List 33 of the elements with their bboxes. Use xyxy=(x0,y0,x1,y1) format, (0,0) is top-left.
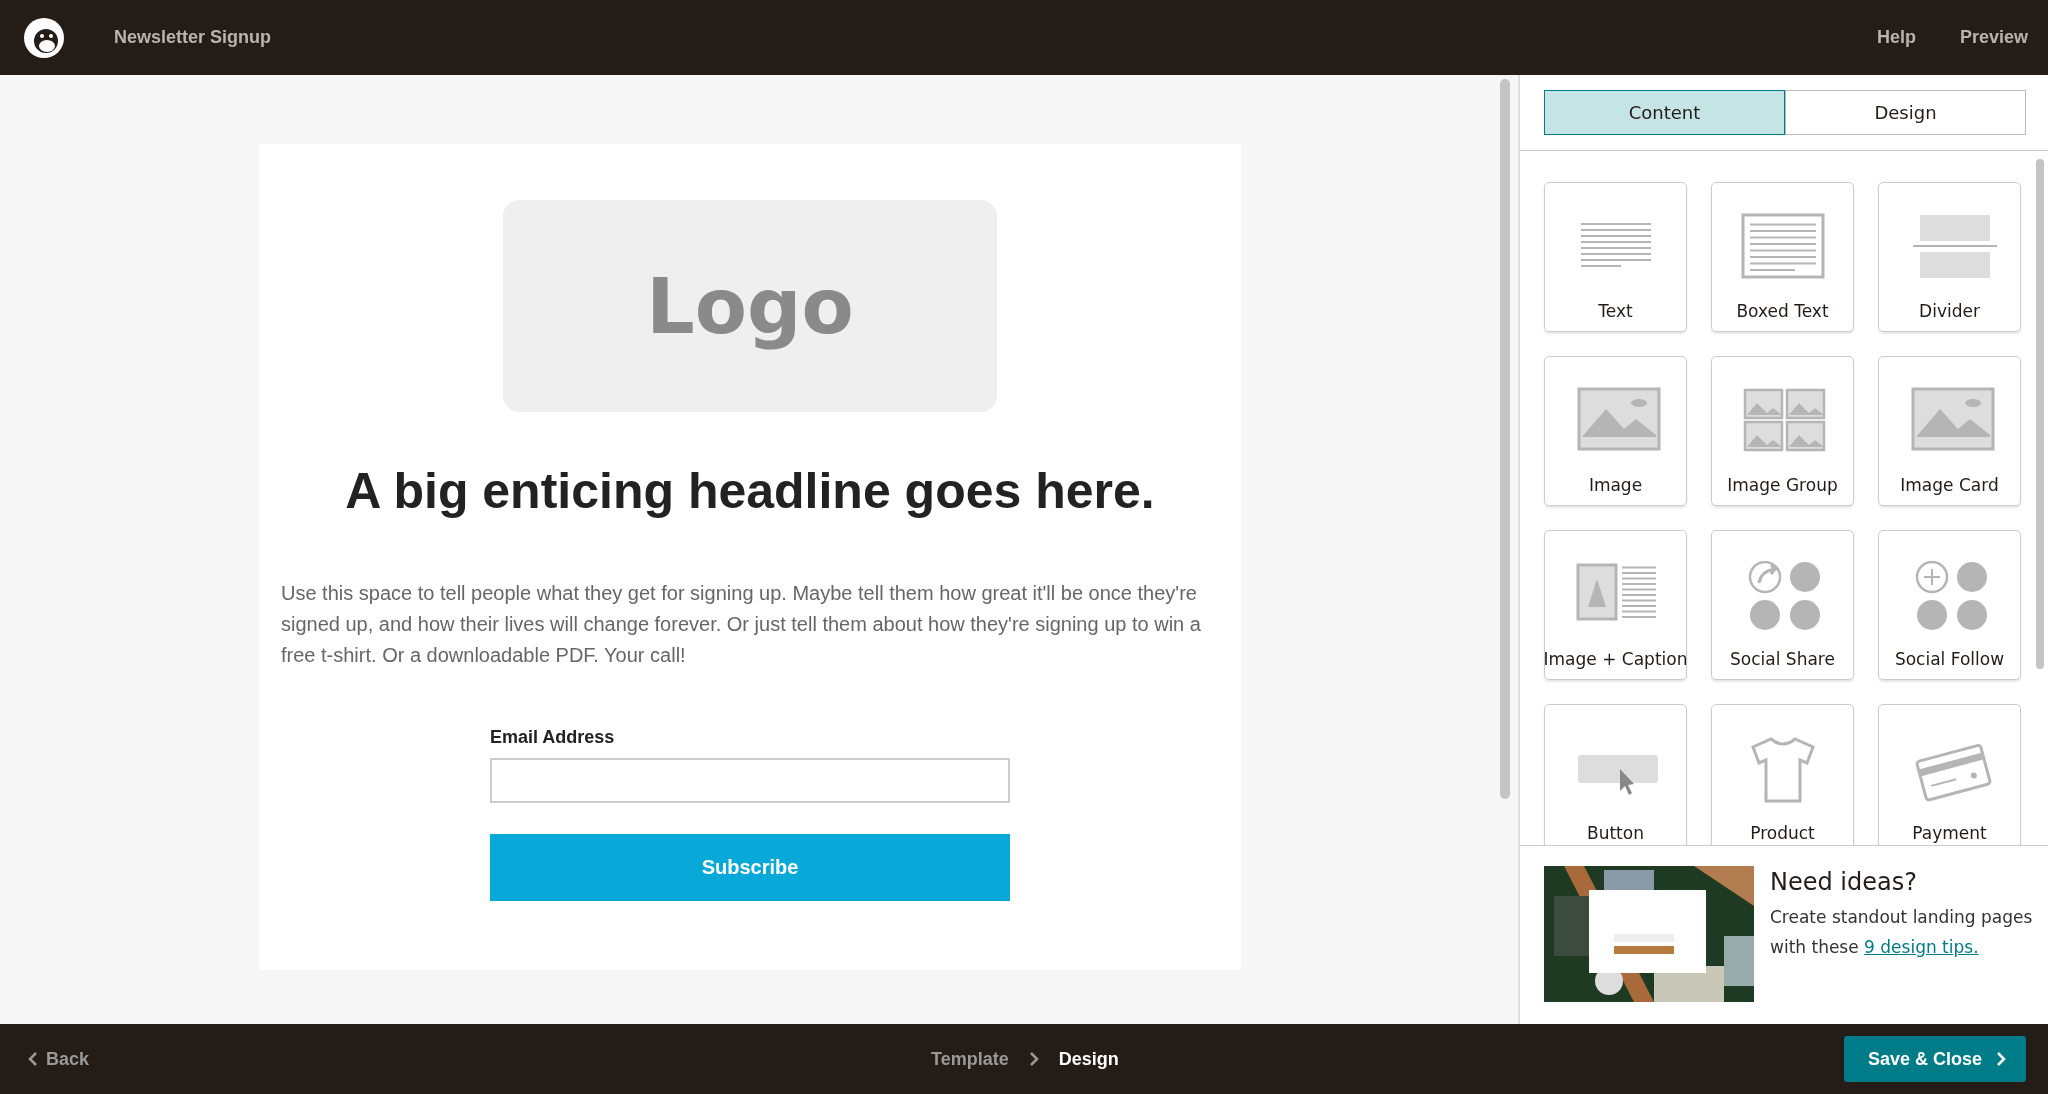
content-block[interactable]: Boxed Text xyxy=(1711,182,1854,332)
content-block[interactable]: Image Card xyxy=(1878,356,2021,506)
breadcrumb-step[interactable]: Template xyxy=(931,1048,1009,1070)
scrollbar[interactable] xyxy=(2036,159,2044,669)
ideas-text: Create standout landing pages with these 9 design tips. xyxy=(1770,906,2034,959)
ideas-title: Need ideas? xyxy=(1770,868,1918,896)
content-block[interactable]: Button xyxy=(1544,704,1687,845)
content-block[interactable]: Payment xyxy=(1878,704,2021,845)
breadcrumb-step[interactable]: Design xyxy=(1058,1048,1119,1070)
headline: A big enticing headline goes here. xyxy=(345,462,1155,520)
chevron-right-icon xyxy=(1996,1051,2006,1067)
top-link[interactable]: Help xyxy=(1876,27,1916,48)
top-link[interactable]: Preview xyxy=(1959,27,2028,48)
content-block[interactable]: Product xyxy=(1711,704,1854,845)
content-block[interactable]: Social Follow xyxy=(1878,530,2021,680)
scrollbar[interactable] xyxy=(1500,79,1510,799)
content-block[interactable]: Image + Caption xyxy=(1544,530,1687,680)
email-field[interactable] xyxy=(490,758,1010,803)
chevron-right-icon xyxy=(1028,1051,1039,1067)
design-tips-link[interactable]: 9 design tips. xyxy=(1864,937,1979,957)
body-paragraph: Use this space to tell people what they get for signing up. Maybe tell them how great it'll be once they're signed up, and how their lives will change forever. Or just tell them about how they're signing up to win a free t-shirt. Or a downloadable PDF. Your call! xyxy=(281,581,1202,668)
content-block[interactable]: Text xyxy=(1544,182,1687,332)
content-block[interactable]: Social Share xyxy=(1711,530,1854,680)
content-block[interactable]: Image xyxy=(1544,356,1687,506)
panel-tab[interactable]: Design xyxy=(1785,90,2026,135)
chevron-left-icon xyxy=(28,1051,38,1067)
content-block[interactable]: Divider xyxy=(1878,182,2021,332)
save-close-button[interactable]: Save & Close xyxy=(1843,1036,2026,1082)
field-label: Email Address xyxy=(490,727,616,748)
content-block[interactable]: Image Group xyxy=(1711,356,1854,506)
page-title: Newsletter Signup xyxy=(114,27,272,48)
panel-tab[interactable]: Content xyxy=(1544,90,1785,135)
back-link[interactable]: Back xyxy=(28,1048,90,1070)
